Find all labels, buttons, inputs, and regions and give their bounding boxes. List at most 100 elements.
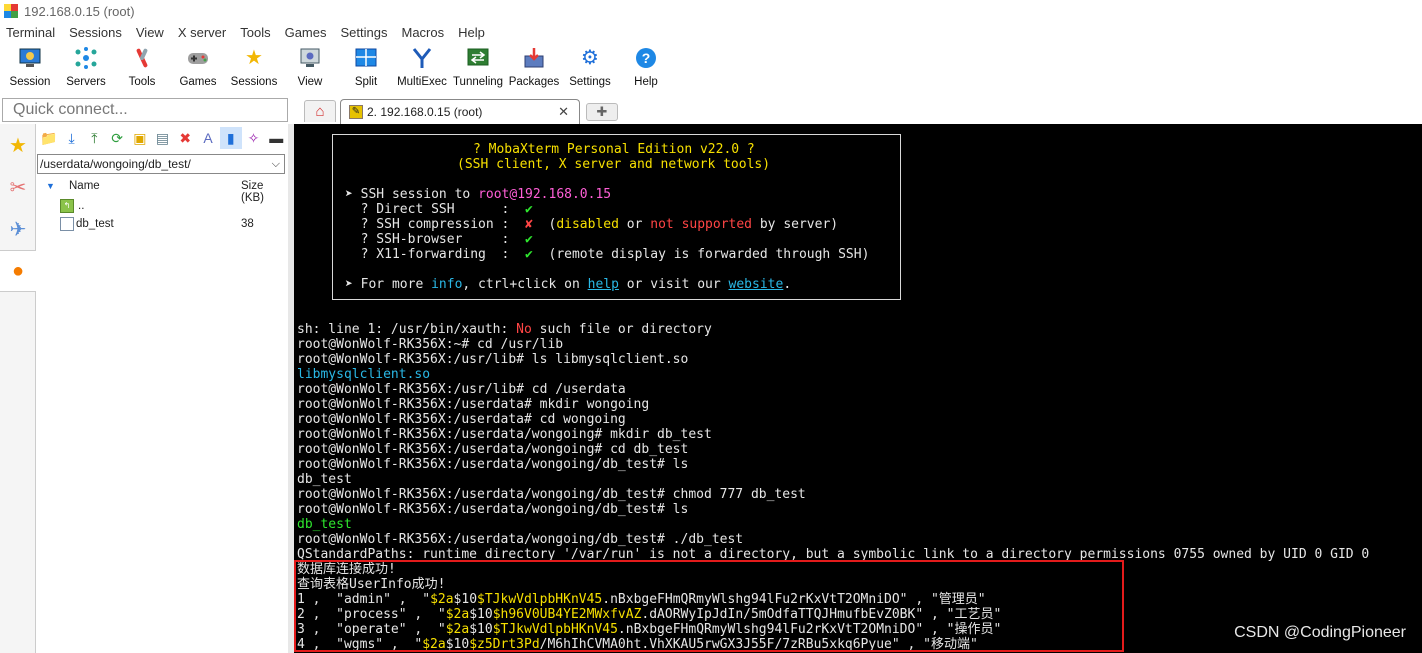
sidebar-item-macros[interactable]: ✈ bbox=[0, 208, 36, 250]
sidebar-rail: ★ ✂ ✈ ● bbox=[0, 124, 36, 653]
menu-view[interactable]: View bbox=[136, 25, 164, 40]
upload-icon[interactable]: ⤒ bbox=[83, 127, 105, 149]
terminal-line: sh: line 1: /usr/bin/xauth: No such file… bbox=[297, 322, 712, 337]
menu-terminal[interactable]: Terminal bbox=[6, 25, 55, 40]
terminal-line: db_test bbox=[297, 517, 352, 532]
banner-ssh-session: ➤ SSH session to root@192.168.0.15 bbox=[345, 187, 612, 202]
sidebar-item-sessions[interactable]: ★ bbox=[0, 124, 36, 166]
tab-session-192-168-0-15[interactable]: ✎ 2. 192.168.0.15 (root) ✕ bbox=[340, 99, 580, 124]
follow-terminal-icon[interactable]: ▮ bbox=[219, 127, 242, 149]
session-icon bbox=[18, 46, 42, 70]
menu-games[interactable]: Games bbox=[285, 25, 327, 40]
games-button[interactable]: Games bbox=[170, 42, 226, 96]
sort-arrow-icon[interactable]: ▼ bbox=[46, 181, 55, 191]
main-toolbar: Session Servers Tools Games ★ Sessions V… bbox=[0, 42, 1422, 96]
quick-connect-input[interactable]: Quick connect... bbox=[2, 98, 288, 122]
view-icon bbox=[298, 46, 322, 70]
terminal-line: db_test bbox=[297, 472, 352, 487]
menu-bar: Terminal Sessions View X server Tools Ga… bbox=[0, 22, 1422, 42]
rename-icon[interactable]: A bbox=[197, 127, 219, 149]
sidebar-item-tools[interactable]: ✂ bbox=[0, 166, 36, 208]
settings-button[interactable]: ⚙ Settings bbox=[562, 42, 618, 96]
banner-more-info: ➤ For more info, ctrl+click on help or v… bbox=[345, 277, 792, 292]
banner-x11: ? X11-forwarding : ✔ (remote display is … bbox=[345, 247, 870, 262]
plus-icon: ✚ bbox=[596, 104, 608, 119]
menu-tools[interactable]: Tools bbox=[240, 25, 270, 40]
packages-button[interactable]: Packages bbox=[506, 42, 562, 96]
tools-icon bbox=[130, 46, 154, 70]
terminal-line: root@WonWolf-RK356X:~# cd /usr/lib bbox=[297, 337, 564, 352]
star-icon: ★ bbox=[9, 134, 27, 157]
split-icon bbox=[354, 46, 378, 70]
home-tab[interactable]: ⌂ bbox=[304, 100, 336, 122]
website-link[interactable]: website bbox=[729, 277, 784, 292]
terminal-icon[interactable]: ▬ bbox=[265, 127, 287, 149]
banner-subtitle: (SSH client, X server and network tools) bbox=[457, 157, 771, 172]
svg-text:?: ? bbox=[642, 50, 651, 66]
help-button[interactable]: ? Help bbox=[618, 42, 674, 96]
download-icon[interactable]: ⤓ bbox=[61, 127, 83, 149]
terminal-line: root@WonWolf-RK356X:/usr/lib# ls libmysq… bbox=[297, 352, 689, 367]
help-link[interactable]: help bbox=[588, 277, 619, 292]
delete-icon[interactable]: ✖ bbox=[174, 127, 196, 149]
file-list-header: ▼ Name Size (KB) bbox=[36, 178, 288, 204]
packages-icon bbox=[522, 46, 546, 70]
view-button[interactable]: View bbox=[282, 42, 338, 96]
menu-macros[interactable]: Macros bbox=[401, 25, 444, 40]
file-row-db-test[interactable]: db_test 38 bbox=[36, 216, 288, 234]
terminal-line: root@WonWolf-RK356X:/userdata# mkdir won… bbox=[297, 397, 650, 412]
up-folder-icon[interactable]: 📁 bbox=[38, 127, 60, 149]
terminal-line: root@WonWolf-RK356X:/userdata# cd wongoi… bbox=[297, 412, 626, 427]
menu-help[interactable]: Help bbox=[458, 25, 485, 40]
sidebar-item-sftp[interactable]: ● bbox=[0, 250, 36, 292]
settings-icon: ⚙ bbox=[581, 47, 599, 69]
chevron-down-icon[interactable]: ⌵ bbox=[272, 155, 280, 173]
new-folder-icon[interactable]: ▣ bbox=[129, 127, 151, 149]
permissions-icon[interactable]: ✧ bbox=[243, 127, 265, 149]
terminal-line: root@WonWolf-RK356X:/userdata/wongoing/d… bbox=[297, 532, 744, 547]
new-tab-button[interactable]: ✚ bbox=[586, 103, 618, 121]
servers-button[interactable]: Servers bbox=[58, 42, 114, 96]
terminal-tab-icon: ✎ bbox=[349, 105, 363, 119]
games-icon bbox=[186, 46, 210, 70]
menu-settings[interactable]: Settings bbox=[341, 25, 388, 40]
terminal-pane[interactable]: ? MobaXterm Personal Edition v22.0 ? (SS… bbox=[294, 124, 1422, 653]
file-icon bbox=[60, 217, 74, 231]
terminal-line: root@WonWolf-RK356X:/usr/lib# cd /userda… bbox=[297, 382, 626, 397]
red-highlight-annotation bbox=[294, 560, 1124, 652]
mobaxterm-logo-icon bbox=[4, 4, 18, 18]
sftp-file-browser: 📁 ⤓ ⤒ ⟳ ▣ ▤ ✖ A ▮ ✧ ▬ /userdata/wongoing… bbox=[36, 124, 288, 653]
terminal-line: libmysqlclient.so bbox=[297, 367, 431, 382]
tunneling-icon bbox=[466, 46, 490, 70]
servers-icon bbox=[74, 46, 98, 70]
column-name[interactable]: Name bbox=[69, 180, 100, 192]
parent-folder-icon: ↰ bbox=[60, 199, 74, 213]
banner-ssh-browser: ? SSH-browser : ✔ bbox=[345, 232, 533, 247]
terminal-line: root@WonWolf-RK356X:/userdata/wongoing# … bbox=[297, 427, 712, 442]
menu-x-server[interactable]: X server bbox=[178, 25, 226, 40]
new-file-icon[interactable]: ▤ bbox=[152, 127, 174, 149]
terminal-line: root@WonWolf-RK356X:/userdata/wongoing/d… bbox=[297, 457, 689, 472]
csdn-watermark: CSDN @CodingPioneer bbox=[1234, 624, 1406, 641]
session-button[interactable]: Session bbox=[2, 42, 58, 96]
file-browser-toolbar: 📁 ⤓ ⤒ ⟳ ▣ ▤ ✖ A ▮ ✧ ▬ bbox=[36, 124, 288, 152]
terminal-line: root@WonWolf-RK356X:/userdata/wongoing/d… bbox=[297, 487, 806, 502]
welcome-banner: ? MobaXterm Personal Edition v22.0 ? (SS… bbox=[332, 134, 901, 300]
menu-sessions[interactable]: Sessions bbox=[69, 25, 122, 40]
refresh-icon[interactable]: ⟳ bbox=[106, 127, 128, 149]
tools-button[interactable]: Tools bbox=[114, 42, 170, 96]
terminal-line: root@WonWolf-RK356X:/userdata/wongoing/d… bbox=[297, 502, 689, 517]
tunneling-button[interactable]: Tunneling bbox=[450, 42, 506, 96]
multiexec-icon bbox=[410, 46, 434, 70]
split-button[interactable]: Split bbox=[338, 42, 394, 96]
multiexec-button[interactable]: MultiExec bbox=[394, 42, 450, 96]
session-tab-bar: ⌂ ✎ 2. 192.168.0.15 (root) ✕ ✚ bbox=[294, 98, 1422, 124]
sessions-button[interactable]: ★ Sessions bbox=[226, 42, 282, 96]
window-title: 192.168.0.15 (root) bbox=[24, 3, 135, 19]
banner-direct-ssh: ? Direct SSH : ✔ bbox=[345, 202, 533, 217]
banner-title: ? MobaXterm Personal Edition v22.0 ? bbox=[473, 142, 755, 157]
path-field[interactable]: /userdata/wongoing/db_test/ ⌵ bbox=[37, 154, 285, 174]
close-tab-icon[interactable]: ✕ bbox=[558, 104, 569, 120]
file-row-parent[interactable]: ↰ .. bbox=[36, 198, 288, 216]
banner-ssh-compression: ? SSH compression : ✘ (disabled or not s… bbox=[345, 217, 839, 232]
